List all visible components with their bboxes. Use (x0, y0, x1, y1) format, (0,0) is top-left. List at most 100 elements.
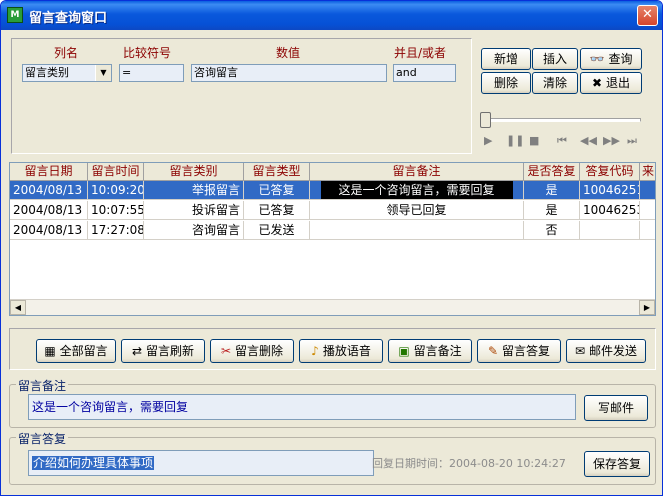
delete-message-button[interactable]: ✂ 留言删除 (210, 339, 294, 363)
reply-group: 留言答复 介绍如何办理具体事项 回复日期时间：2004-08-20 10:24:… (9, 430, 656, 485)
mail-icon: ✉ (574, 344, 586, 358)
compare-header: 比较符号 (123, 46, 172, 60)
table-cell[interactable] (640, 181, 655, 200)
message-reply-label: 留言答复 (502, 344, 551, 358)
column-header-note[interactable]: 留言备注 (310, 163, 524, 181)
send-mail-label: 邮件发送 (589, 344, 638, 358)
table-cell[interactable] (580, 221, 640, 240)
scroll-left-icon[interactable]: ◀ (10, 300, 26, 315)
delete-icon: ✂ (220, 344, 232, 358)
table-cell[interactable]: 举报留言 (144, 181, 244, 200)
rewind-icon[interactable]: ◀◀ (580, 134, 597, 147)
note-icon: ▣ (398, 344, 410, 358)
column-select[interactable]: 留言类别 ▼ (22, 64, 112, 82)
forward-icon[interactable]: ▶▶ (603, 134, 620, 147)
value-header: 数值 (276, 46, 301, 60)
column-header-type[interactable]: 留言类型 (244, 163, 310, 181)
message-reply-button[interactable]: ✎ 留言答复 (477, 339, 561, 363)
table-cell[interactable]: 否 (524, 221, 580, 240)
column-header-category[interactable]: 留言类别 (144, 163, 244, 181)
table-cell[interactable]: 10:09:20 (88, 181, 144, 200)
first-icon[interactable]: ⏮ (557, 134, 567, 148)
reply-textbox[interactable]: 介绍如何办理具体事项 (28, 450, 374, 476)
table-cell[interactable]: 10046253 (580, 201, 640, 220)
delete-button[interactable]: 删除 (481, 72, 531, 94)
table-cell[interactable]: 2004/08/13 (10, 221, 88, 240)
pause-icon[interactable]: ❚❚ (506, 134, 524, 147)
column-header-replied[interactable]: 是否答复 (524, 163, 580, 181)
search-button[interactable]: 👓 查询 (580, 48, 642, 70)
close-icon: ✖ (591, 76, 603, 90)
logic-header: 并且/或者 (394, 46, 447, 60)
refresh-messages-button[interactable]: ⇄ 留言刷新 (121, 339, 205, 363)
playback-track[interactable] (481, 118, 641, 122)
column-header-reply-code[interactable]: 答复代码 (580, 163, 640, 181)
insert-button[interactable]: 插入 (532, 48, 578, 70)
all-messages-button[interactable]: ▦ 全部留言 (36, 339, 116, 363)
table-cell[interactable]: 10046251 (580, 181, 640, 200)
query-condition-panel: 列名 比较符号 数值 并且/或者 留言类别 ▼ = 咨询留言 and (11, 38, 472, 154)
note-group-title: 留言备注 (16, 377, 69, 394)
table-cell[interactable]: 这是一个咨询留言，需要回复 (310, 181, 524, 200)
send-mail-button[interactable]: ✉ 邮件发送 (566, 339, 646, 363)
playback-slider-thumb[interactable] (480, 112, 491, 128)
refresh-messages-label: 留言刷新 (146, 344, 195, 358)
delete-message-label: 留言删除 (235, 344, 284, 358)
table-cell[interactable]: 2004/08/13 (10, 201, 88, 220)
table-cell[interactable] (640, 221, 655, 240)
table-cell[interactable]: 领导已回复 (310, 201, 524, 220)
note-cell-editor[interactable]: 这是一个咨询留言，需要回复 (320, 181, 513, 199)
exit-button-label: 退出 (606, 76, 631, 90)
play-icon[interactable]: ▶ (484, 134, 492, 147)
message-note-button[interactable]: ▣ 留言备注 (388, 339, 472, 363)
table-cell[interactable]: 2004/08/13 (10, 181, 88, 200)
note-group: 留言备注 这是一个咨询留言，需要回复 写邮件 (9, 377, 656, 428)
play-voice-label: 播放语音 (322, 344, 371, 358)
add-button[interactable]: 新增 (481, 48, 531, 70)
table-cell[interactable] (310, 221, 524, 240)
last-icon[interactable]: ⏭ (627, 134, 637, 148)
logic-input[interactable]: and (393, 64, 456, 82)
query-window: M 留言查询窗口 ✕ 列名 比较符号 数值 并且/或者 留言类别 ▼ = 咨询留… (0, 0, 663, 496)
column-select-value: 留言类别 (25, 66, 69, 79)
note-textbox[interactable]: 这是一个咨询留言，需要回复 (28, 394, 576, 420)
reply-text-selection: 介绍如何办理具体事项 (32, 456, 155, 470)
table-cell[interactable]: 10:07:55 (88, 201, 144, 220)
column-header: 列名 (54, 46, 79, 60)
write-mail-button[interactable]: 写邮件 (584, 395, 648, 421)
table-cell[interactable]: 咨询留言 (144, 221, 244, 240)
value-input[interactable]: 咨询留言 (191, 64, 387, 82)
table-cell[interactable]: 投诉留言 (144, 201, 244, 220)
column-header-source[interactable]: 来 (640, 163, 655, 181)
horizontal-scrollbar[interactable]: ◀ ▶ (10, 299, 655, 315)
search-button-label: 查询 (608, 52, 633, 66)
exit-button[interactable]: ✖ 退出 (580, 72, 642, 94)
table-cell[interactable] (640, 201, 655, 220)
column-header-date[interactable]: 留言日期 (10, 163, 88, 181)
chevron-down-icon[interactable]: ▼ (95, 65, 111, 81)
stop-icon[interactable]: ■ (529, 134, 539, 147)
table-cell[interactable]: 已发送 (244, 221, 310, 240)
binoculars-icon: 👓 (589, 52, 605, 66)
table-cell[interactable]: 已答复 (244, 201, 310, 220)
message-grid[interactable]: 留言日期 留言时间 留言类别 留言类型 留言备注 是否答复 答复代码 来 200… (9, 162, 656, 316)
message-note-label: 留言备注 (413, 344, 462, 358)
table-cell[interactable]: 是 (524, 201, 580, 220)
column-header-time[interactable]: 留言时间 (88, 163, 144, 181)
scroll-right-icon[interactable]: ▶ (639, 300, 655, 315)
title-bar: M 留言查询窗口 ✕ (1, 1, 662, 30)
save-reply-button[interactable]: 保存答复 (584, 451, 650, 477)
play-voice-button[interactable]: ♪ 播放语音 (299, 339, 383, 363)
pen-icon: ✎ (487, 344, 499, 358)
window-title: 留言查询窗口 (29, 11, 108, 26)
refresh-icon: ⇄ (131, 344, 143, 358)
close-button[interactable]: ✕ (637, 5, 658, 26)
table-cell[interactable]: 17:27:08 (88, 221, 144, 240)
reply-group-title: 留言答复 (16, 430, 69, 447)
reply-datetime: 回复日期时间：2004-08-20 10:24:27 (372, 457, 566, 470)
speaker-icon: ♪ (311, 344, 319, 358)
table-cell[interactable]: 已答复 (244, 181, 310, 200)
table-cell[interactable]: 是 (524, 181, 580, 200)
clear-button[interactable]: 清除 (532, 72, 578, 94)
compare-input[interactable]: = (119, 64, 184, 82)
